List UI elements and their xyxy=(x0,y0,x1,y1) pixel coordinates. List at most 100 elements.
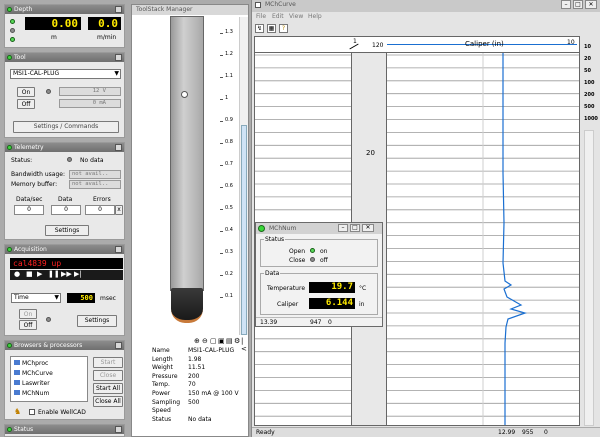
record-icon[interactable]: ● xyxy=(14,270,20,278)
depth-header[interactable]: Depth xyxy=(5,5,124,14)
menu-help[interactable]: Help xyxy=(308,13,322,20)
footer-samples: 947 xyxy=(310,319,321,326)
list-item[interactable]: MChCurve xyxy=(14,370,53,377)
collapse-icon[interactable] xyxy=(115,144,122,151)
browsers-header[interactable]: Browsers & processors xyxy=(5,341,124,350)
property-value: 500 xyxy=(188,399,199,406)
curve-scrollbar[interactable] xyxy=(584,130,594,426)
menu-edit[interactable]: Edit xyxy=(272,13,284,20)
zoom-in-icon[interactable]: ⊕ xyxy=(194,337,200,345)
tool-select[interactable]: MSI1-CAL-PLUG ▼ xyxy=(10,69,121,79)
play-icon[interactable]: ▶ xyxy=(37,270,42,278)
property-value: No data xyxy=(188,416,212,423)
scale-tick-label: 1.1 xyxy=(225,73,233,79)
processor-list[interactable]: MChproc MChCurve Laswriter MChNum xyxy=(10,356,88,402)
acq-off-button[interactable]: Off xyxy=(19,320,37,330)
close-all-button[interactable]: Close All xyxy=(93,396,123,407)
tool-header[interactable]: Tool xyxy=(5,53,124,62)
voltage-display: 12 V xyxy=(59,87,121,96)
menu-view[interactable]: View xyxy=(289,13,303,20)
zoom-out-icon[interactable]: ⊖ xyxy=(202,337,208,345)
enable-wellcad-checkbox[interactable] xyxy=(29,409,35,415)
collapse-icon[interactable] xyxy=(115,6,122,13)
property-key: Power xyxy=(152,390,170,397)
tool-off-button[interactable]: Off xyxy=(17,99,35,109)
wellcad-icon: ♞ xyxy=(14,407,21,416)
zoom-level[interactable]: 100 xyxy=(584,80,594,86)
telemetry-settings-button[interactable]: Settings xyxy=(45,225,89,236)
skip-end-icon[interactable]: ▶| xyxy=(74,270,82,278)
zoom-level[interactable]: 20 xyxy=(584,56,591,62)
collapse-icon[interactable] xyxy=(115,246,122,253)
status-header[interactable]: Status xyxy=(5,425,124,434)
acquisition-header[interactable]: Acquisition xyxy=(5,245,124,254)
toolstack-scrollbar[interactable] xyxy=(239,17,248,335)
property-key: Status xyxy=(152,416,171,423)
app-icon xyxy=(258,225,265,232)
settings-icon[interactable]: ⚙ xyxy=(234,337,240,345)
scrollbar-thumb[interactable] xyxy=(241,125,247,335)
status-errors: 0 xyxy=(544,429,548,436)
list-item[interactable]: Laswriter xyxy=(14,380,50,387)
close-icon[interactable]: ✕ xyxy=(362,224,374,232)
scale-tick-label: 0.4 xyxy=(225,227,233,233)
acq-on-button[interactable]: On xyxy=(19,309,37,319)
add-tool-icon[interactable]: ▣ xyxy=(218,337,225,345)
footer-depth: 13.39 xyxy=(260,319,277,326)
zoom-level[interactable]: 500 xyxy=(584,104,594,110)
chart-icon[interactable]: ▤ xyxy=(226,337,233,345)
indicator-icon xyxy=(10,19,15,24)
close-button[interactable]: Close xyxy=(93,370,123,381)
property-value: 1.98 xyxy=(188,356,201,363)
scale-tick xyxy=(220,55,223,56)
mode-select[interactable]: Time ▼ xyxy=(11,293,61,303)
interval-value[interactable]: 500 xyxy=(67,293,95,303)
minimize-icon[interactable]: – xyxy=(338,224,348,232)
tool-sensor-icon xyxy=(181,91,188,98)
acq-settings-button[interactable]: Settings xyxy=(77,315,117,327)
tool-on-button[interactable]: On xyxy=(17,87,35,97)
fit-icon[interactable]: ▢ xyxy=(210,337,217,345)
property-key: Weight xyxy=(152,364,173,371)
maximize-icon[interactable]: □ xyxy=(350,224,360,232)
property-value: 200 xyxy=(188,373,199,380)
curve-tool-icon[interactable]: ↯ xyxy=(255,24,264,33)
property-key: Length xyxy=(152,356,173,363)
maximize-icon[interactable]: □ xyxy=(573,0,583,9)
start-all-button[interactable]: Start All xyxy=(93,383,123,394)
telemetry-header[interactable]: Telemetry xyxy=(5,143,124,152)
collapse-icon[interactable] xyxy=(115,54,122,61)
menu-file[interactable]: File xyxy=(256,13,266,20)
pause-icon[interactable]: ❚❚ xyxy=(48,270,60,278)
list-item[interactable]: MChNum xyxy=(14,390,49,397)
list-item[interactable]: MChproc xyxy=(14,360,48,367)
reset-errors-button[interactable]: x xyxy=(115,205,123,215)
app-icon xyxy=(14,370,20,375)
table-icon[interactable]: ▦ xyxy=(267,24,276,33)
scale-tick-label: 0.5 xyxy=(225,205,233,211)
stop-icon[interactable]: ■ xyxy=(26,270,33,278)
temperature-unit: °C xyxy=(359,285,366,292)
zoom-level[interactable]: 10 xyxy=(584,44,591,50)
zoom-level[interactable]: 50 xyxy=(584,68,591,74)
bandwidth-value: not avail.. xyxy=(69,170,121,179)
acquisition-panel: Acquisition cal4839 up ● ■ ▶ ❚❚ ▶▶ ▶| Ti… xyxy=(4,244,125,336)
tool-settings-button[interactable]: Settings / Commands xyxy=(13,121,119,133)
chevron-down-icon: ▼ xyxy=(54,294,59,302)
zoom-level[interactable]: 1000 xyxy=(584,116,598,122)
app-icon xyxy=(255,2,261,8)
close-label: Close xyxy=(289,257,305,264)
memory-value: not avail.. xyxy=(69,180,121,189)
minimize-icon[interactable]: – xyxy=(561,0,571,9)
statusbar: Ready 12.99 955 0 xyxy=(252,427,600,437)
fast-forward-icon[interactable]: ▶▶ xyxy=(61,270,72,278)
telemetry-status-label: Status: xyxy=(11,157,32,164)
status-group: Status Open on Close off xyxy=(260,239,378,267)
collapse-icon[interactable] xyxy=(115,426,122,433)
mode-select-value: Time xyxy=(14,294,29,301)
collapse-icon[interactable] xyxy=(115,342,122,349)
hint-icon[interactable]: ? xyxy=(279,24,288,33)
zoom-level[interactable]: 200 xyxy=(584,92,594,98)
close-icon[interactable]: ✕ xyxy=(585,0,597,9)
start-button[interactable]: Start xyxy=(93,357,123,368)
